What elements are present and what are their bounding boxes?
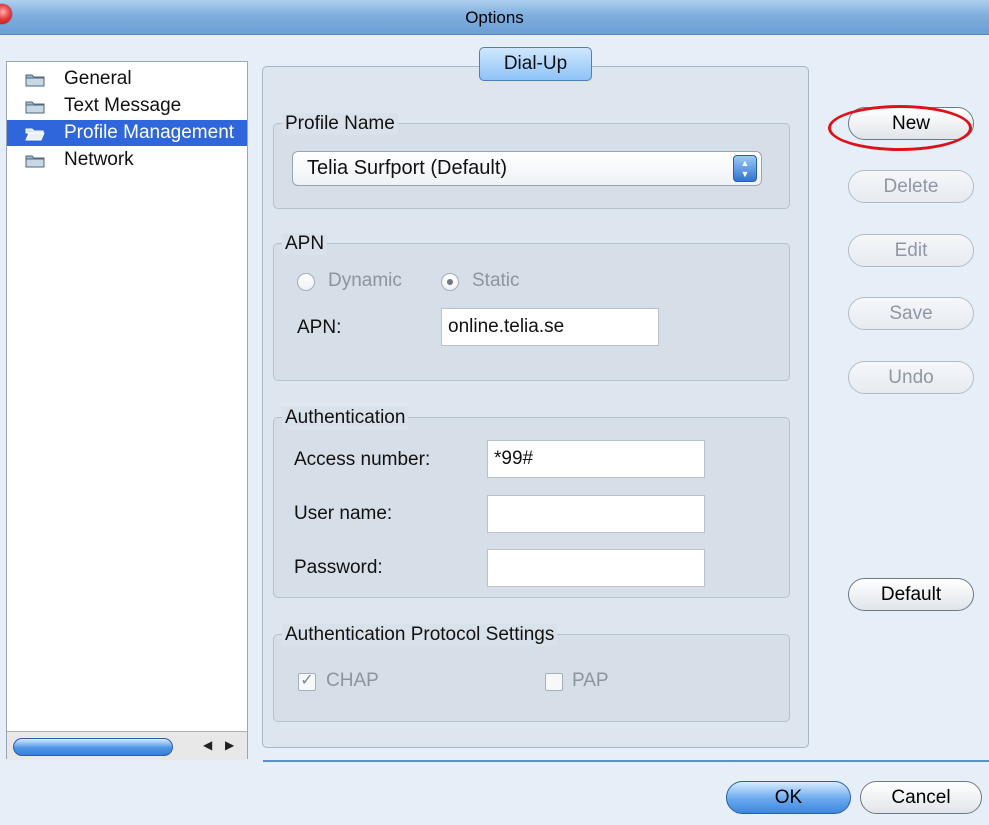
chap-label: CHAP bbox=[326, 670, 379, 691]
default-button[interactable]: Default bbox=[848, 578, 974, 611]
tree-item-label: Network bbox=[64, 149, 134, 170]
access-number-field[interactable]: *99# bbox=[487, 440, 705, 478]
cancel-button[interactable]: Cancel bbox=[860, 781, 982, 814]
scroll-arrows[interactable]: ◀ ▶ bbox=[193, 737, 245, 755]
tree-item-label: General bbox=[64, 68, 132, 89]
password-label: Password: bbox=[294, 557, 383, 578]
apn-field[interactable]: online.telia.se bbox=[441, 308, 659, 346]
tree-item-label: Text Message bbox=[64, 95, 182, 116]
radio-selected-dot bbox=[447, 279, 453, 285]
tree-item-general[interactable]: General bbox=[7, 66, 247, 92]
checkmark-icon: ✓ bbox=[300, 672, 314, 689]
up-down-arrows-icon: ▲ ▼ bbox=[733, 155, 757, 182]
scroll-right-arrow-icon[interactable]: ▶ bbox=[225, 738, 234, 752]
category-tree[interactable]: General Text Message Profile Management … bbox=[6, 61, 248, 759]
profile-select[interactable]: Telia Surfport (Default) ▲ ▼ bbox=[292, 151, 762, 186]
tab-dial-up[interactable]: Dial-Up bbox=[479, 47, 592, 81]
window-title: Options bbox=[465, 8, 524, 27]
static-radio[interactable] bbox=[441, 273, 459, 291]
tree-item-network[interactable]: Network bbox=[7, 147, 247, 173]
horizontal-scrollbar[interactable]: ◀ ▶ bbox=[7, 731, 247, 760]
pap-checkbox[interactable] bbox=[545, 673, 563, 691]
user-name-field[interactable] bbox=[487, 495, 705, 533]
save-button[interactable]: Save bbox=[848, 297, 974, 330]
password-field[interactable] bbox=[487, 549, 705, 587]
profile-name-group-title: Profile Name bbox=[282, 113, 398, 135]
scrollbar-thumb[interactable] bbox=[13, 738, 173, 756]
ok-button[interactable]: OK bbox=[726, 781, 851, 814]
tree-item-text-message[interactable]: Text Message bbox=[7, 93, 247, 119]
dynamic-radio[interactable] bbox=[297, 273, 315, 291]
folder-icon bbox=[25, 155, 45, 168]
folder-icon bbox=[25, 101, 45, 114]
user-name-label: User name: bbox=[294, 503, 393, 524]
folder-icon bbox=[25, 74, 45, 87]
profile-select-value: Telia Surfport (Default) bbox=[307, 157, 508, 179]
edit-button[interactable]: Edit bbox=[848, 234, 974, 267]
authentication-group-title: Authentication bbox=[282, 407, 409, 429]
title-bar: Options bbox=[0, 0, 989, 35]
auth-protocol-group-title: Authentication Protocol Settings bbox=[282, 624, 558, 646]
delete-button[interactable]: Delete bbox=[848, 170, 974, 203]
apn-group-title: APN bbox=[282, 233, 328, 255]
scroll-left-arrow-icon[interactable]: ◀ bbox=[203, 738, 212, 752]
tree-item-label: Profile Management bbox=[64, 122, 235, 143]
new-button-highlight bbox=[828, 105, 972, 151]
tree-item-profile-management[interactable]: Profile Management bbox=[7, 120, 247, 146]
undo-button[interactable]: Undo bbox=[848, 361, 974, 394]
pap-label: PAP bbox=[572, 670, 609, 691]
dynamic-radio-label: Dynamic bbox=[328, 270, 402, 291]
apn-label: APN: bbox=[297, 317, 342, 338]
chap-checkbox[interactable]: ✓ bbox=[298, 673, 316, 691]
access-number-label: Access number: bbox=[294, 449, 431, 470]
static-radio-label: Static bbox=[472, 270, 520, 291]
open-folder-icon bbox=[25, 128, 45, 141]
footer-divider bbox=[263, 760, 989, 762]
